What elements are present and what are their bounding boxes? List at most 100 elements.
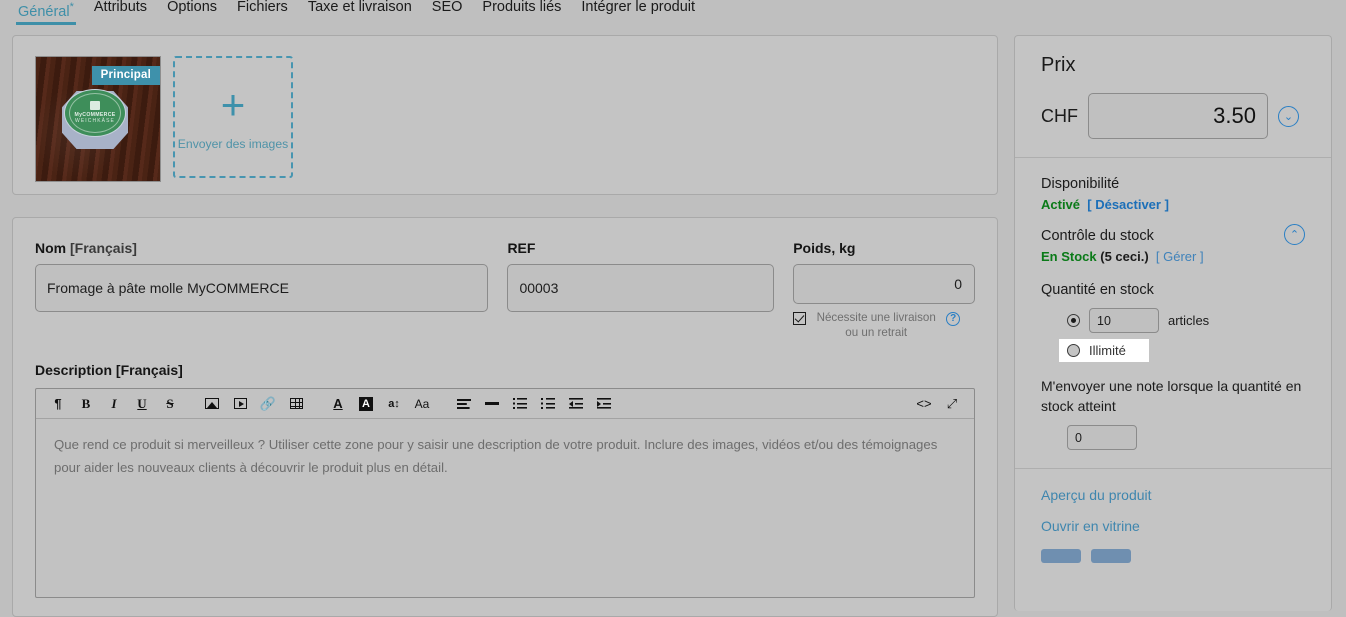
upload-images-label: Envoyer des images (177, 137, 289, 151)
tab-general-label: Général (18, 3, 70, 20)
align-left-icon[interactable] (455, 393, 473, 415)
sidebar-action-buttons (1041, 549, 1305, 563)
shipping-requirement-row: Nécessite une livraison ou un retrait ? (793, 310, 975, 340)
quantity-unit-label: articles (1168, 313, 1210, 328)
numbered-list-icon[interactable] (539, 393, 557, 415)
availability-label: Disponibilité (1041, 176, 1120, 192)
quantity-unlimited-label: Illimité (1089, 343, 1126, 358)
product-image-thumbnail[interactable]: MyCOMMERCE WEICHKÄSE Principal (35, 56, 161, 182)
product-details-panel: Nom [Français] REF Poids, kg Nécessite u… (12, 217, 998, 617)
help-icon[interactable]: ? (946, 312, 961, 326)
tab-general-modified-star: * (69, 1, 74, 13)
price-section-title: Prix (1041, 54, 1076, 76)
tab-fichiers-label: Fichiers (237, 0, 288, 15)
product-sidebar: Prix CHF ⌄ Disponibilité Activé [ Désact… (1014, 35, 1332, 611)
upload-images-dropzone[interactable]: + Envoyer des images (173, 56, 293, 178)
underline-icon[interactable]: U (133, 393, 151, 415)
insert-table-icon[interactable] (287, 393, 305, 415)
stock-status-row: En Stock (5 ceci.) [ Gérer ] ⌃ (1041, 224, 1305, 264)
text-color-icon[interactable]: A (329, 393, 347, 415)
source-code-icon[interactable]: <> (915, 393, 933, 415)
name-input[interactable] (35, 264, 489, 312)
insert-link-icon[interactable]: 🔗 (259, 393, 277, 415)
manage-stock-link[interactable]: [ Gérer ] (1156, 249, 1204, 264)
requires-shipping-label: Nécessite une livraison ou un retrait (816, 311, 936, 339)
availability-status-row: Activé [ Désactiver ] (1041, 197, 1305, 212)
bold-icon[interactable]: B (77, 393, 95, 415)
description-rich-text-editor: ¶ B I U S 🔗 A A a↕ Aa <> ⤢ Que rend ce p… (35, 388, 975, 598)
tab-seo[interactable]: SEO (422, 0, 473, 15)
tab-integrer-label: Intégrer le produit (581, 0, 696, 15)
stock-count: (5 ceci.) (1100, 249, 1149, 264)
bullet-list-icon[interactable] (511, 393, 529, 415)
name-label-language: [Français] (70, 240, 137, 256)
quantity-label: Quantité en stock (1041, 282, 1154, 298)
name-label-text: Nom (35, 240, 67, 256)
chevron-up-icon[interactable]: ⌃ (1284, 224, 1305, 245)
tab-produits-lies[interactable]: Produits liés (472, 0, 571, 15)
stock-status-badge: En Stock (1041, 249, 1097, 264)
tab-fichiers[interactable]: Fichiers (227, 0, 298, 15)
insert-image-icon[interactable] (203, 393, 221, 415)
low-stock-threshold-input[interactable] (1067, 425, 1137, 450)
line-height-icon[interactable]: a↕ (385, 393, 403, 415)
quantity-unlimited-radio[interactable] (1067, 344, 1080, 357)
availability-status-badge: Activé (1041, 197, 1081, 212)
image-thumbnail-list: MyCOMMERCE WEICHKÄSE Principal + Envoyer… (35, 56, 975, 182)
currency-label: CHF (1041, 105, 1078, 126)
quantity-input[interactable] (1089, 308, 1159, 333)
ref-input[interactable] (507, 264, 775, 312)
description-editor-body[interactable]: Que rend ce produit si merveilleux ? Uti… (36, 419, 974, 493)
tab-taxe-et-livraison[interactable]: Taxe et livraison (298, 0, 422, 15)
sidebar-action-button-2[interactable] (1091, 549, 1131, 563)
low-stock-note-label: M'envoyer une note lorsque la quantité e… (1041, 378, 1302, 414)
product-images-panel: MyCOMMERCE WEICHKÄSE Principal + Envoyer… (12, 35, 998, 195)
quantity-unlimited-row[interactable]: Illimité (1059, 339, 1149, 362)
tab-produits-lies-label: Produits liés (482, 0, 562, 15)
background-color-icon[interactable]: A (357, 393, 375, 415)
deactivate-link[interactable]: [ Désactiver ] (1087, 197, 1169, 212)
fullscreen-icon[interactable]: ⤢ (943, 393, 961, 415)
outdent-icon[interactable] (567, 393, 585, 415)
description-label-language: [Français] (115, 362, 183, 378)
primary-field-row: Nom [Français] REF Poids, kg Nécessite u… (35, 240, 975, 340)
ref-label: REF (507, 240, 536, 256)
strikethrough-icon[interactable]: S (161, 393, 179, 415)
font-size-icon[interactable]: Aa (413, 393, 431, 415)
tab-general[interactable]: Général* (8, 0, 84, 25)
requires-shipping-checkbox[interactable] (793, 312, 807, 325)
name-label: Nom [Français] (35, 240, 488, 256)
indent-icon[interactable] (595, 393, 613, 415)
product-editor-page: MyCOMMERCE WEICHKÄSE Principal + Envoyer… (0, 22, 1346, 617)
italic-icon[interactable]: I (105, 393, 123, 415)
paragraph-icon[interactable]: ¶ (49, 393, 67, 415)
tab-attributs-label: Attributs (93, 0, 148, 15)
editor-toolbar-right-group: <> ⤢ (910, 393, 966, 415)
tab-options[interactable]: Options (157, 0, 227, 15)
availability-section: Disponibilité Activé [ Désactiver ] Cont… (1015, 158, 1331, 468)
chevron-down-icon[interactable]: ⌄ (1278, 105, 1299, 127)
insert-video-icon[interactable] (231, 393, 249, 415)
tab-attributs[interactable]: Attributs (84, 0, 157, 15)
product-tab-bar: Général* Attributs Options Fichiers Taxe… (0, 0, 1346, 25)
sidebar-action-button-1[interactable] (1041, 549, 1081, 563)
weight-label: Poids, kg (793, 240, 856, 256)
price-input[interactable] (1088, 93, 1268, 139)
open-storefront-link[interactable]: Ouvrir en vitrine (1041, 518, 1305, 534)
weight-field-group: Poids, kg Nécessite une livraison ou un … (793, 240, 975, 340)
editor-toolbar: ¶ B I U S 🔗 A A a↕ Aa <> ⤢ (36, 389, 974, 419)
price-section: Prix CHF ⌄ (1015, 36, 1331, 157)
name-field-group: Nom [Français] (35, 240, 489, 340)
preview-product-link[interactable]: Aperçu du produit (1041, 487, 1305, 503)
tab-taxe-label: Taxe et livraison (307, 0, 412, 15)
tab-integrer-le-produit[interactable]: Intégrer le produit (571, 0, 705, 15)
stock-control-label: Contrôle du stock (1041, 228, 1154, 244)
product-links-section: Aperçu du produit Ouvrir en vitrine (1015, 469, 1331, 581)
weight-input[interactable] (793, 264, 975, 304)
quantity-limited-radio[interactable] (1067, 314, 1080, 327)
status-badge-principal: Principal (91, 66, 160, 85)
tab-seo-label: SEO (431, 0, 463, 15)
tab-options-label: Options (167, 0, 218, 15)
horizontal-rule-icon[interactable] (483, 393, 501, 415)
quantity-limited-row: articles (1067, 308, 1305, 333)
